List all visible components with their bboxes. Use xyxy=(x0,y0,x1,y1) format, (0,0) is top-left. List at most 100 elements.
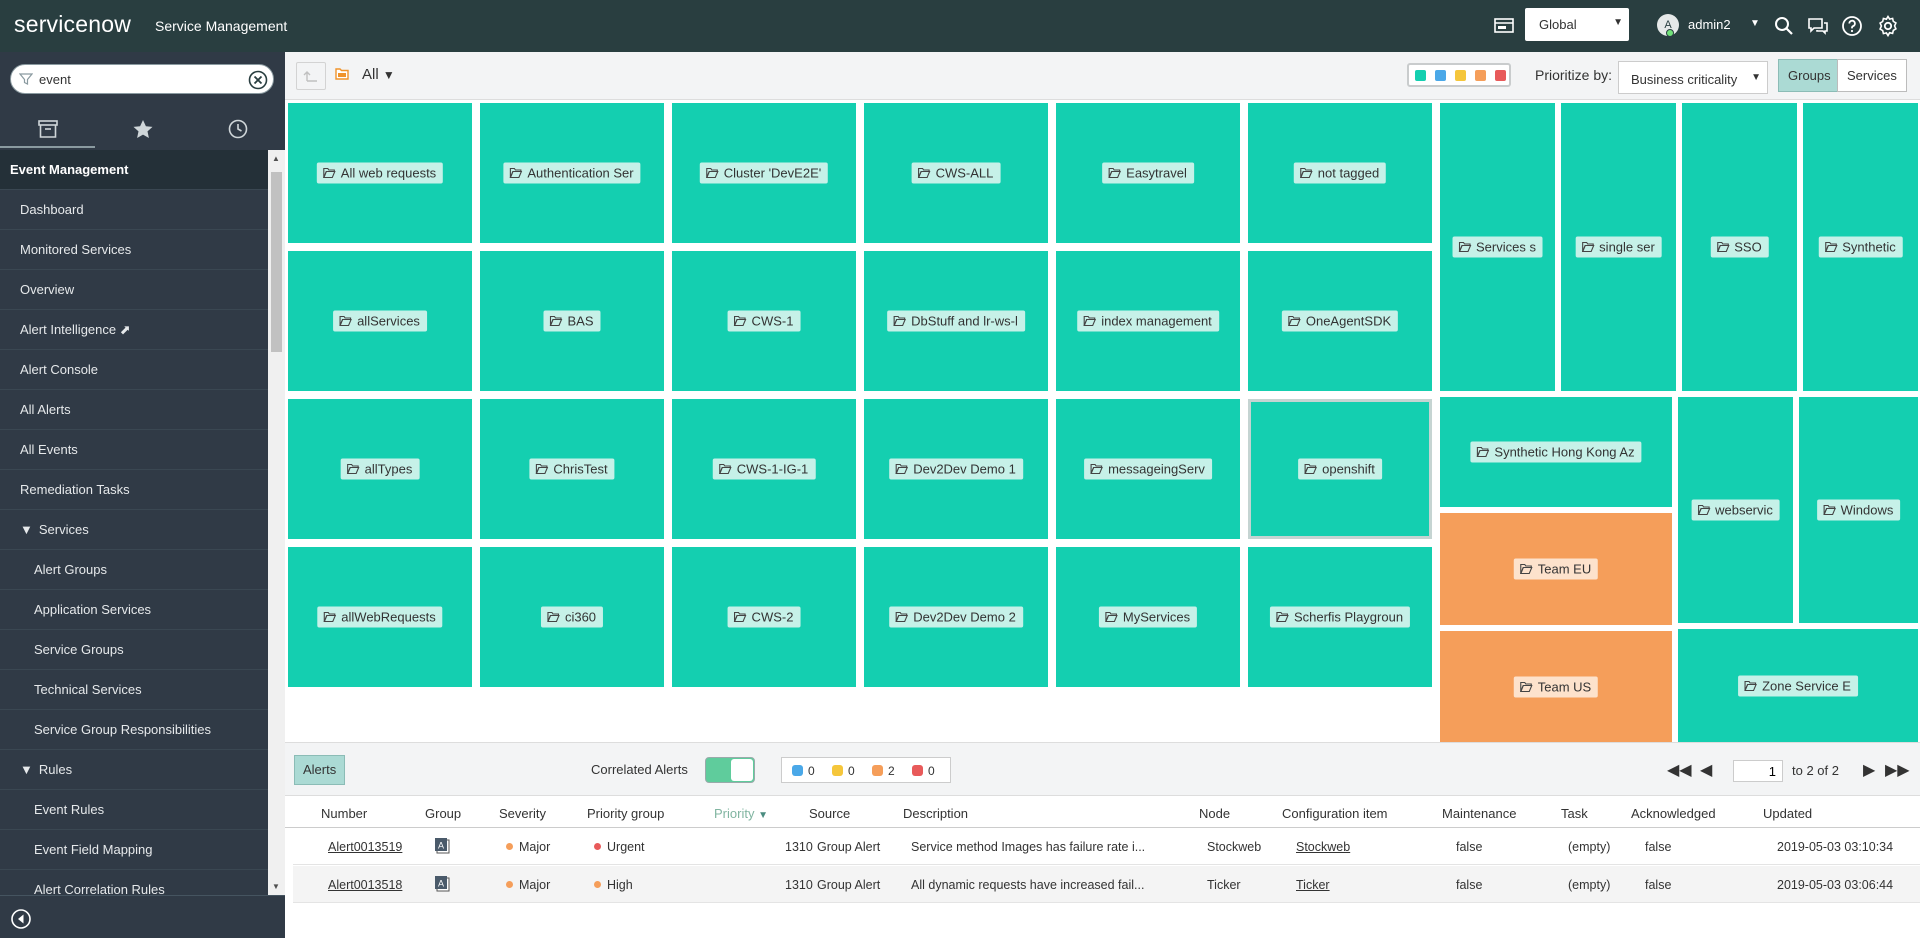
servicenow-logo[interactable]: servicenow xyxy=(14,11,131,38)
connect-chat-icon[interactable] xyxy=(1806,14,1830,38)
prioritize-select[interactable]: Business criticality ▼ xyxy=(1618,61,1768,94)
column-node[interactable]: Node xyxy=(1199,806,1230,821)
column-number[interactable]: Number xyxy=(321,806,367,821)
alerts-tab-button[interactable]: Alerts xyxy=(294,755,346,785)
tab-all-applications[interactable] xyxy=(0,110,95,148)
user-menu[interactable]: admin2 xyxy=(1688,17,1731,32)
alert-number-link[interactable]: Alert0013519 xyxy=(328,840,402,854)
severity-count[interactable]: 0 xyxy=(912,764,935,778)
column-priority-group[interactable]: Priority group xyxy=(587,806,664,821)
configuration-item-link[interactable]: Stockweb xyxy=(1296,840,1350,854)
treemap-tile[interactable]: Synthetic Hong Kong Az xyxy=(1440,397,1672,507)
alert-number-link[interactable]: Alert0013518 xyxy=(328,878,402,892)
treemap-tile[interactable]: messageingServ xyxy=(1056,399,1240,539)
table-row[interactable]: Alert0013518 A Major High 1310 Group Ale… xyxy=(293,866,1920,903)
nav-item-dashboard[interactable]: Dashboard xyxy=(0,190,268,230)
nav-item-event-field-mapping[interactable]: Event Field Mapping xyxy=(0,830,268,870)
groups-toggle-button[interactable]: Groups xyxy=(1778,59,1841,92)
treemap-tile[interactable]: Dev2Dev Demo 2 xyxy=(864,547,1048,687)
treemap-tile[interactable]: Easytravel xyxy=(1056,103,1240,243)
treemap-tile[interactable]: openshift xyxy=(1248,399,1432,539)
navigator-filter[interactable] xyxy=(10,64,274,94)
nav-item-alert-console[interactable]: Alert Console xyxy=(0,350,268,390)
column-maintenance[interactable]: Maintenance xyxy=(1442,806,1516,821)
treemap-tile[interactable]: Team US xyxy=(1440,631,1672,743)
alert-group-icon[interactable]: A xyxy=(434,875,450,892)
tab-favorites[interactable] xyxy=(95,110,190,148)
treemap-tile[interactable]: CWS-2 xyxy=(672,547,856,687)
treemap-tile[interactable]: Scherfis Playgroun xyxy=(1248,547,1432,687)
table-row[interactable]: Alert0013519 A Major Urgent 1310 Group A… xyxy=(293,828,1920,865)
clear-filter-icon[interactable] xyxy=(248,70,268,90)
nav-item-technical-services[interactable]: Technical Services xyxy=(0,670,268,710)
column-acknowledged[interactable]: Acknowledged xyxy=(1631,806,1716,821)
configuration-item-link[interactable]: Ticker xyxy=(1296,878,1330,892)
scrollbar-thumb[interactable] xyxy=(271,172,282,352)
services-toggle-button[interactable]: Services xyxy=(1837,59,1907,92)
column-group[interactable]: Group xyxy=(425,806,461,821)
nav-item-alert-groups[interactable]: Alert Groups xyxy=(0,550,268,590)
treemap-tile[interactable]: not tagged xyxy=(1248,103,1432,243)
treemap-tile[interactable]: allServices xyxy=(288,251,472,391)
scroll-down-icon[interactable]: ▼ xyxy=(272,882,280,891)
scope-picker-icon[interactable] xyxy=(1492,14,1516,38)
column-configuration-item[interactable]: Configuration item xyxy=(1282,806,1388,821)
scroll-up-icon[interactable]: ▲ xyxy=(272,154,280,163)
nav-item-service-group-responsibilities[interactable]: Service Group Responsibilities xyxy=(0,710,268,750)
treemap-tile[interactable]: CWS-1 xyxy=(672,251,856,391)
column-source[interactable]: Source xyxy=(809,806,850,821)
nav-section-services[interactable]: ▼ Services xyxy=(0,510,268,550)
chevron-down-icon[interactable]: ▼ xyxy=(1750,18,1760,29)
module-event-management[interactable]: Event Management xyxy=(0,150,268,190)
last-page-icon[interactable]: ▶▶ xyxy=(1885,760,1910,780)
previous-page-icon[interactable]: ◀ xyxy=(1700,760,1712,780)
treemap-tile[interactable]: SSO xyxy=(1682,103,1797,391)
scope-select[interactable]: Global ▼ xyxy=(1525,8,1629,41)
tab-history[interactable] xyxy=(190,110,285,148)
avatar[interactable]: A xyxy=(1657,14,1679,37)
nav-item-all-alerts[interactable]: All Alerts xyxy=(0,390,268,430)
nav-item-monitored-services[interactable]: Monitored Services xyxy=(0,230,268,270)
treemap-tile[interactable]: Dev2Dev Demo 1 xyxy=(864,399,1048,539)
column-priority[interactable]: Priority ▼ xyxy=(714,806,768,821)
navigator-scrollbar[interactable]: ▲ ▼ xyxy=(268,150,285,895)
nav-item-remediation-tasks[interactable]: Remediation Tasks xyxy=(0,470,268,510)
nav-item-application-services[interactable]: Application Services xyxy=(0,590,268,630)
gear-icon[interactable] xyxy=(1876,14,1900,38)
alert-group-icon[interactable]: A xyxy=(434,837,450,854)
help-icon[interactable] xyxy=(1840,14,1864,38)
navigate-up-button[interactable] xyxy=(296,62,326,90)
treemap-tile[interactable]: All web requests xyxy=(288,103,472,243)
column-updated[interactable]: Updated xyxy=(1763,806,1812,821)
navigator-filter-input[interactable] xyxy=(39,70,239,88)
treemap-tile[interactable]: ChrisTest xyxy=(480,399,664,539)
page-number-input[interactable] xyxy=(1733,760,1783,782)
nav-item-overview[interactable]: Overview xyxy=(0,270,268,310)
treemap-tile[interactable]: Authentication Ser xyxy=(480,103,664,243)
severity-color-legend[interactable] xyxy=(1407,63,1511,87)
treemap-tile[interactable]: allTypes xyxy=(288,399,472,539)
treemap-tile[interactable]: Synthetic xyxy=(1803,103,1918,391)
treemap-tile[interactable]: CWS-ALL xyxy=(864,103,1048,243)
nav-item-alert-intelligence[interactable]: Alert Intelligence ⬈ xyxy=(0,310,268,350)
treemap-tile[interactable]: webservic xyxy=(1678,397,1793,623)
first-page-icon[interactable]: ◀◀ xyxy=(1667,760,1692,780)
treemap-tile[interactable]: OneAgentSDK xyxy=(1248,251,1432,391)
group-filter-dropdown[interactable]: All ▼ xyxy=(335,66,395,83)
nav-item-alert-correlation-rules[interactable]: Alert Correlation Rules xyxy=(0,870,268,895)
next-page-icon[interactable]: ▶ xyxy=(1863,760,1875,780)
treemap-tile[interactable]: Team EU xyxy=(1440,513,1672,625)
treemap-tile[interactable]: allWebRequests xyxy=(288,547,472,687)
treemap-tile[interactable]: BAS xyxy=(480,251,664,391)
nav-item-service-groups[interactable]: Service Groups xyxy=(0,630,268,670)
nav-item-event-rules[interactable]: Event Rules xyxy=(0,790,268,830)
column-description[interactable]: Description xyxy=(903,806,968,821)
treemap-tile[interactable]: Cluster 'DevE2E' xyxy=(672,103,856,243)
correlated-alerts-toggle[interactable] xyxy=(705,757,755,783)
treemap-tile[interactable]: index management xyxy=(1056,251,1240,391)
severity-count[interactable]: 0 xyxy=(792,764,815,778)
nav-section-rules[interactable]: ▼ Rules xyxy=(0,750,268,790)
column-task[interactable]: Task xyxy=(1561,806,1588,821)
treemap-tile[interactable]: MyServices xyxy=(1056,547,1240,687)
collapse-navigator-icon[interactable] xyxy=(10,908,32,930)
